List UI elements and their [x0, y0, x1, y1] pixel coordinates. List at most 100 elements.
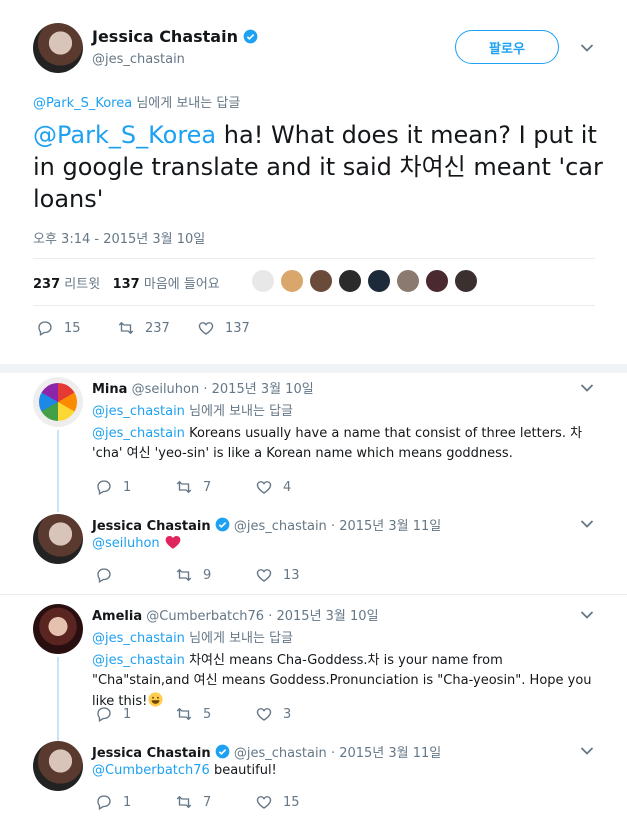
avatar[interactable]	[425, 269, 449, 293]
verified-badge-icon	[215, 744, 230, 759]
reply-context-mention[interactable]: @jes_chastain	[92, 631, 185, 646]
retweet-button[interactable]: 237	[117, 319, 170, 337]
avatar[interactable]	[338, 269, 362, 293]
reply-mention[interactable]: @jes_chastain	[92, 653, 185, 668]
reply-author-name[interactable]: Jessica Chastain	[92, 519, 211, 534]
reply-date[interactable]: · 2015년 3월 11일	[331, 746, 441, 761]
reply-avatar[interactable]	[33, 604, 83, 654]
tweet-mention[interactable]: @Park_S_Korea	[33, 121, 216, 149]
reply-icon	[38, 321, 52, 336]
reply-author-name[interactable]: Jessica Chastain	[92, 746, 211, 761]
like-button[interactable]: 4	[255, 478, 291, 496]
reply-count: 1	[123, 706, 132, 722]
reply-button[interactable]	[95, 566, 113, 584]
heart-icon	[256, 708, 272, 721]
like-count: 15	[283, 794, 300, 810]
reply-avatar[interactable]	[33, 377, 83, 427]
avatar[interactable]	[251, 269, 275, 293]
reply-text: @jes_chastain 차여신 means Cha-Goddess.차 is…	[92, 651, 602, 712]
heart-icon	[256, 481, 272, 494]
like-count[interactable]: 137	[113, 277, 140, 292]
avatar[interactable]	[280, 269, 304, 293]
reply-count: 1	[123, 479, 132, 495]
retweet-button[interactable]: 7	[175, 793, 211, 811]
thread-line	[57, 430, 59, 512]
reply-mention[interactable]: @seiluhon	[92, 536, 160, 551]
retweet-count: 5	[203, 706, 212, 722]
retweet-count: 7	[203, 794, 212, 810]
verified-badge-icon	[243, 29, 258, 44]
reply-button[interactable]: 1	[95, 705, 131, 723]
retweet-icon	[176, 707, 192, 721]
retweet-count: 237	[145, 320, 170, 336]
retweet-count: 7	[203, 479, 212, 495]
verified-badge-icon	[215, 517, 230, 532]
retweet-label[interactable]: 리트윗	[64, 277, 100, 292]
reply-header: Amelia @Cumberbatch76 · 2015년 3월 10일	[92, 605, 379, 624]
reply-author-handle[interactable]: @jes_chastain	[234, 746, 327, 761]
like-button[interactable]: 15	[255, 793, 300, 811]
reply-date[interactable]: · 2015년 3월 10일	[203, 382, 313, 397]
reply-mention[interactable]: @Cumberbatch76	[92, 763, 210, 778]
tweet-timestamp[interactable]: 오후 3:14 - 2015년 3월 10일	[33, 228, 205, 247]
reply-button[interactable]: 1	[95, 478, 131, 496]
tweet-stats: 237 리트윗 137 마음에 들어요	[33, 273, 220, 292]
reply-date[interactable]: · 2015년 3월 11일	[331, 519, 441, 534]
avatar[interactable]	[367, 269, 391, 293]
red-heart-icon	[165, 536, 181, 549]
reply-button[interactable]: 1	[95, 793, 131, 811]
follow-button[interactable]: 팔로우	[455, 30, 559, 64]
reply-button[interactable]: 15	[36, 319, 81, 337]
reply-icon	[97, 795, 111, 810]
retweet-button[interactable]: 7	[175, 478, 211, 496]
avatar[interactable]	[396, 269, 420, 293]
like-count: 13	[283, 567, 300, 583]
reply-count: 15	[64, 320, 81, 336]
reply-text: @Cumberbatch76 beautiful!	[92, 761, 277, 781]
author-name-row[interactable]: Jessica Chastain	[92, 27, 258, 46]
retweet-button[interactable]: 9	[175, 566, 211, 584]
chevron-down-icon[interactable]	[580, 519, 594, 529]
reply-context-mention[interactable]: @jes_chastain	[92, 404, 185, 419]
chevron-down-icon[interactable]	[580, 383, 594, 393]
reply-header: Jessica Chastain @jes_chastain · 2015년 3…	[92, 515, 441, 534]
reply-mention[interactable]: @jes_chastain	[92, 426, 185, 441]
heart-icon	[256, 569, 272, 582]
reply-author-name[interactable]: Mina	[92, 382, 127, 397]
divider	[0, 594, 627, 595]
reply-author-name[interactable]: Amelia	[92, 609, 142, 624]
retweet-icon	[176, 568, 192, 582]
reply-author-handle[interactable]: @jes_chastain	[234, 519, 327, 534]
reply-context-mention[interactable]: @Park_S_Korea	[33, 96, 132, 111]
retweet-icon	[176, 480, 192, 494]
chevron-down-icon[interactable]	[580, 43, 594, 53]
section-divider	[0, 364, 627, 373]
reply-avatar[interactable]	[33, 514, 83, 564]
avatar[interactable]	[309, 269, 333, 293]
reply-context: @jes_chastain 님에게 보내는 답글	[92, 627, 293, 646]
reply-icon	[97, 568, 111, 583]
author-avatar[interactable]	[33, 23, 83, 73]
chevron-down-icon[interactable]	[580, 610, 594, 620]
reply-context: @Park_S_Korea 님에게 보내는 답글	[33, 92, 240, 111]
like-button[interactable]: 13	[255, 566, 300, 584]
like-button[interactable]: 3	[255, 705, 291, 723]
like-label[interactable]: 마음에 들어요	[144, 277, 220, 292]
chevron-down-icon[interactable]	[580, 746, 594, 756]
reply-header: Mina @seiluhon · 2015년 3월 10일	[92, 378, 314, 397]
tweet-text: @Park_S_Korea ha! What does it mean? I p…	[33, 119, 603, 215]
reply-author-handle[interactable]: @seiluhon	[132, 382, 200, 397]
retweet-button[interactable]: 5	[175, 705, 211, 723]
author-handle[interactable]: @jes_chastain	[92, 52, 185, 67]
reply-avatar[interactable]	[33, 741, 83, 791]
reply-text: @seiluhon	[92, 533, 182, 554]
reply-count: 1	[123, 794, 132, 810]
author-name[interactable]: Jessica Chastain	[92, 27, 238, 46]
avatar[interactable]	[454, 269, 478, 293]
divider	[33, 258, 595, 259]
reply-author-handle[interactable]: @Cumberbatch76	[146, 609, 264, 624]
reply-icon	[97, 707, 111, 722]
reply-date[interactable]: · 2015년 3월 10일	[268, 609, 378, 624]
like-button[interactable]: 137	[197, 319, 250, 337]
retweet-count[interactable]: 237	[33, 277, 60, 292]
